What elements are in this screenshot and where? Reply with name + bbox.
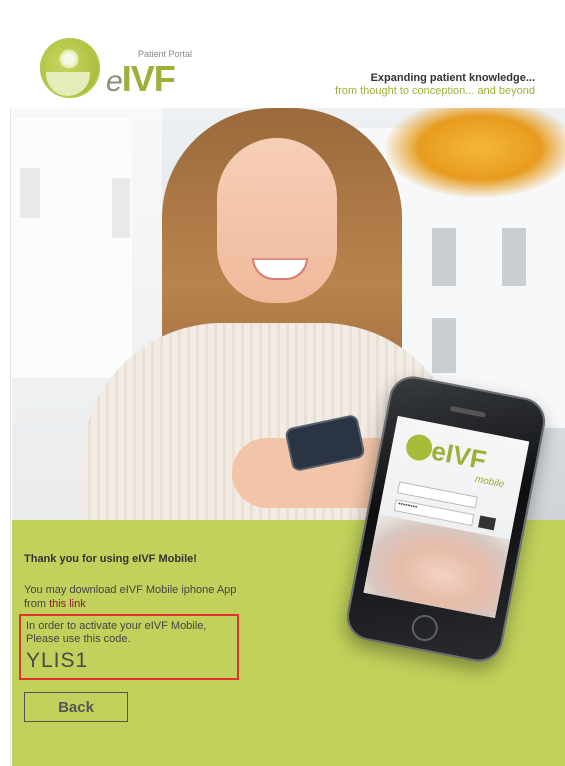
tagline-sub: from thought to conception... and beyond xyxy=(335,85,535,97)
building-window xyxy=(502,228,526,286)
phone-logo-sub: mobile xyxy=(474,473,506,491)
logo-emblem-icon xyxy=(40,38,100,98)
header: Patient Portal eIVF Expanding patient kn… xyxy=(0,0,565,108)
tagline: Expanding patient knowledge... from thou… xyxy=(335,72,535,97)
phone-baby-photo xyxy=(363,514,511,619)
hand-icon xyxy=(46,72,90,96)
back-button[interactable]: Back xyxy=(24,692,128,722)
eivf-logo: Patient Portal eIVF xyxy=(40,36,200,106)
download-link[interactable]: this link xyxy=(49,598,86,610)
speaker-icon xyxy=(449,405,487,418)
activation-instructions: In order to activate your eIVF Mobile, P… xyxy=(26,620,207,645)
phone-logo-text: eIVF xyxy=(429,435,489,476)
download-text: You may download eIVF Mobile iphone App … xyxy=(24,584,237,610)
phone-go-icon xyxy=(478,515,497,531)
phone-screen: eIVF mobile •••••••• xyxy=(363,415,530,619)
page-left-border xyxy=(10,0,11,766)
building-window xyxy=(432,318,456,373)
thank-you-heading: Thank you for using eIVF Mobile! xyxy=(24,553,197,565)
tagline-main: Expanding patient knowledge... xyxy=(370,72,535,84)
home-button-icon xyxy=(409,612,441,644)
activation-code: YLIS1 xyxy=(26,649,89,672)
flower-icon xyxy=(58,48,80,70)
activation-code-box: In order to activate your eIVF Mobile, P… xyxy=(19,614,239,680)
building-window xyxy=(432,228,456,286)
logo-wordmark: eIVF xyxy=(106,58,176,99)
